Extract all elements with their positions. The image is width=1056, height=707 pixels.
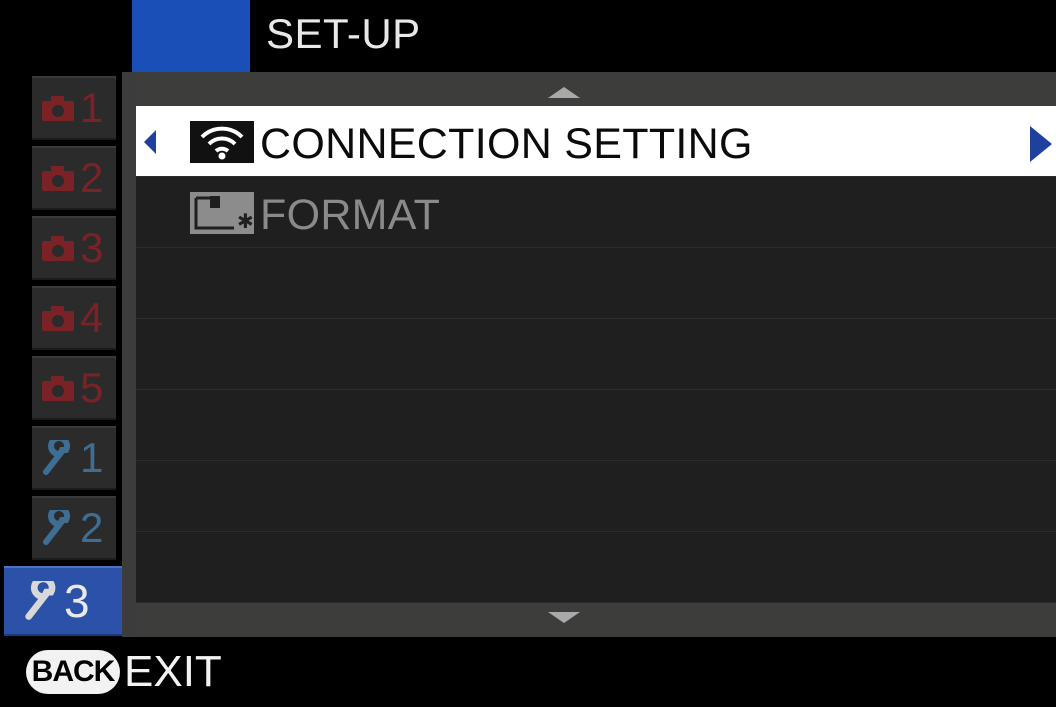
sidebar-item-number: 5 xyxy=(80,364,104,411)
back-button[interactable]: BACK xyxy=(26,650,120,694)
sidebar-item-setup-3[interactable]: 3 xyxy=(4,566,124,636)
empty-row xyxy=(136,532,1056,603)
sidebar-item-shooting-2[interactable]: 2 xyxy=(32,146,116,210)
menu-item-label: CONNECTION SETTING xyxy=(260,120,753,168)
wifi-icon xyxy=(190,121,254,163)
right-arrow-icon[interactable] xyxy=(1028,124,1054,164)
sidebar: 1 2 3 4 5 1 2 3 xyxy=(0,72,126,637)
sidebar-item-number: 2 xyxy=(80,154,104,201)
svg-text:✱: ✱ xyxy=(237,209,254,233)
sidebar-item-shooting-5[interactable]: 5 xyxy=(32,356,116,420)
header-tab-highlight xyxy=(132,0,250,72)
wrench-icon xyxy=(22,581,62,621)
empty-row xyxy=(136,461,1056,532)
wrench-icon xyxy=(38,438,78,478)
camera-icon xyxy=(38,88,78,128)
camera-icon xyxy=(38,228,78,268)
camera-icon xyxy=(38,158,78,198)
empty-row xyxy=(136,319,1056,390)
format-card-icon: ✱ xyxy=(190,192,254,234)
sidebar-item-number: 3 xyxy=(80,224,104,271)
sidebar-item-number: 1 xyxy=(80,84,104,131)
menu-item-format[interactable]: ✱ FORMAT xyxy=(136,177,1056,248)
camera-icon xyxy=(38,298,78,338)
scroll-down-arrow-icon xyxy=(548,612,580,623)
camera-icon xyxy=(38,368,78,408)
sidebar-item-shooting-3[interactable]: 3 xyxy=(32,216,116,280)
scroll-up-bar[interactable] xyxy=(136,72,1056,106)
empty-row xyxy=(136,390,1056,461)
sidebar-item-setup-2[interactable]: 2 xyxy=(32,496,116,560)
menu-panel: CONNECTION SETTING ✱ FORMAT xyxy=(136,72,1056,637)
sidebar-divider xyxy=(122,72,136,637)
footer: BACK EXIT xyxy=(0,637,1056,707)
wrench-icon xyxy=(38,508,78,548)
sidebar-item-number: 4 xyxy=(80,294,104,341)
sidebar-item-number: 1 xyxy=(80,434,104,481)
empty-row xyxy=(136,248,1056,319)
page-title: SET-UP xyxy=(266,10,421,57)
menu-item-connection-setting[interactable]: CONNECTION SETTING xyxy=(136,106,1056,177)
sidebar-item-shooting-1[interactable]: 1 xyxy=(32,76,116,140)
left-arrow-icon[interactable] xyxy=(142,128,158,156)
sidebar-item-number: 3 xyxy=(64,575,90,627)
exit-label: EXIT xyxy=(124,647,222,696)
scroll-up-arrow-icon xyxy=(548,87,580,98)
menu-item-label: FORMAT xyxy=(260,191,441,239)
sidebar-item-number: 2 xyxy=(80,504,104,551)
sidebar-item-setup-1[interactable]: 1 xyxy=(32,426,116,490)
scroll-down-bar[interactable] xyxy=(136,603,1056,637)
sidebar-item-shooting-4[interactable]: 4 xyxy=(32,286,116,350)
